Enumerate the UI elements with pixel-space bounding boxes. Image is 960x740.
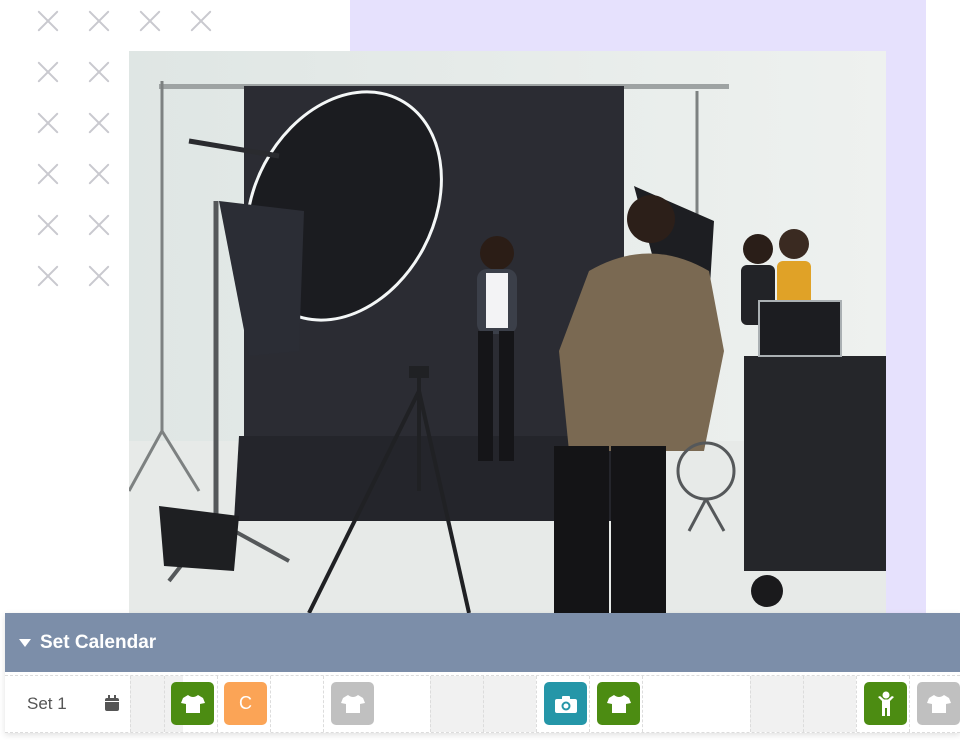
shirt-icon <box>606 694 631 713</box>
wardrobe-chip[interactable] <box>171 682 214 725</box>
day-cell[interactable] <box>750 676 803 732</box>
x-mark <box>88 163 110 185</box>
x-mark <box>37 265 59 287</box>
x-mark <box>37 163 59 185</box>
x-mark <box>88 10 110 32</box>
shirt-icon <box>926 694 951 713</box>
row-label-cell: Set 1 <box>5 676 130 732</box>
x-mark <box>190 10 212 32</box>
x-mark <box>37 112 59 134</box>
x-mark <box>88 112 110 134</box>
x-mark <box>37 10 59 32</box>
caret-down-icon[interactable] <box>19 638 31 647</box>
set-calendar-title: Set Calendar <box>40 631 157 653</box>
x-mark <box>37 214 59 236</box>
shirt-icon <box>340 694 365 713</box>
wardrobe-chip-inactive[interactable] <box>331 682 374 725</box>
x-mark <box>88 61 110 83</box>
day-cell[interactable] <box>483 676 536 732</box>
camera-chip[interactable] <box>544 682 587 725</box>
day-cell[interactable] <box>642 676 695 732</box>
camera-icon <box>554 695 577 713</box>
letter-c-label: C <box>239 693 252 713</box>
talent-chip[interactable] <box>864 682 907 725</box>
shirt-icon <box>180 694 205 713</box>
letter-chip[interactable]: C <box>224 682 267 725</box>
calendar-row: Set 1 C <box>5 675 960 733</box>
person-icon <box>877 691 894 716</box>
set-calendar-panel: Set Calendar Set 1 C <box>5 613 960 733</box>
wardrobe-chip-inactive[interactable] <box>917 682 960 725</box>
x-mark <box>139 10 161 32</box>
row-label: Set 1 <box>27 694 67 713</box>
wardrobe-chip[interactable] <box>597 682 640 725</box>
set-calendar-header[interactable]: Set Calendar <box>5 613 960 672</box>
x-mark <box>88 265 110 287</box>
calendar-icon[interactable] <box>104 695 120 712</box>
day-cell[interactable] <box>270 676 323 732</box>
hero-photo <box>129 51 886 613</box>
x-mark <box>88 214 110 236</box>
x-mark <box>37 61 59 83</box>
day-cell[interactable] <box>430 676 483 732</box>
studio-illustration <box>129 51 886 613</box>
day-cell[interactable] <box>803 676 856 732</box>
